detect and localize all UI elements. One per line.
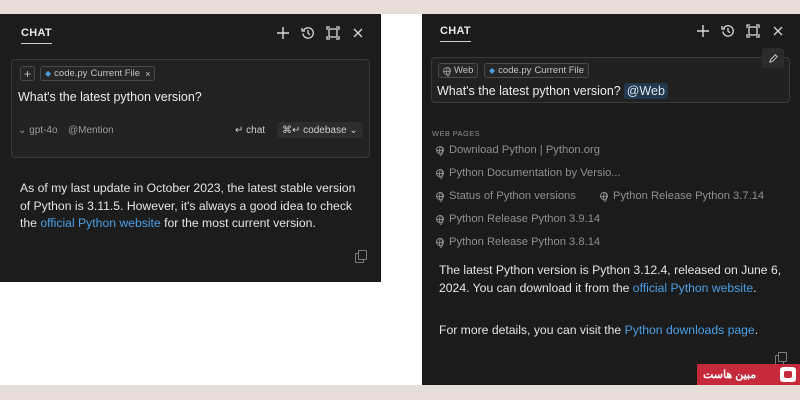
web-page-link[interactable]: Python Documentation by Versio...: [436, 167, 621, 179]
query-body: What's the latest python version?: [437, 84, 621, 98]
globe-icon: [436, 192, 444, 202]
edit-query-button[interactable]: [762, 48, 784, 68]
panel-title: CHAT: [21, 27, 52, 44]
official-python-link[interactable]: official Python website: [633, 281, 753, 295]
web-page-title: Python Documentation by Versio...: [449, 167, 621, 179]
web-page-title: Download Python | Python.org: [449, 144, 600, 156]
file-context-chip[interactable]: ◆ code.py Current File ×: [40, 66, 156, 81]
watermark-logo-icon: [780, 367, 796, 382]
file-chip-name: code.py: [498, 65, 532, 76]
codebase-submit-button[interactable]: ⌘↵ codebase ⌄: [277, 122, 363, 138]
sent-query-box[interactable]: Web ◆ code.py Current File What's the la…: [431, 57, 790, 103]
web-page-link[interactable]: Python Release Python 3.9.14: [436, 213, 600, 225]
web-page-link[interactable]: Python Release Python 3.8.14: [436, 236, 600, 248]
assistant-answer: As of my last update in October 2023, th…: [20, 180, 362, 233]
file-context-chip[interactable]: ◆ code.py Current File: [484, 63, 590, 78]
chat-label: chat: [246, 125, 266, 136]
assistant-answer: The latest Python version is Python 3.12…: [439, 262, 784, 297]
globe-icon: [436, 146, 444, 156]
copy-icon[interactable]: [355, 250, 367, 263]
cmd-enter-icon: ⌘↵: [282, 124, 304, 136]
chat-panel-left: CHAT + ◆ code.py Current File × What's t…: [0, 14, 381, 282]
query-text[interactable]: What's the latest python version? @Web: [437, 83, 668, 99]
history-icon[interactable]: [720, 23, 736, 39]
assistant-answer-more: For more details, you can visit the Pyth…: [439, 322, 784, 340]
web-mention-tag: @Web: [623, 83, 668, 99]
python-file-icon: ◆: [489, 66, 496, 75]
remove-chip-icon[interactable]: ×: [145, 69, 150, 79]
web-page-link[interactable]: Status of Python versions: [436, 190, 576, 202]
model-name: gpt-4o: [29, 125, 58, 136]
file-chip-name: code.py: [54, 68, 88, 79]
web-page-title: Status of Python versions: [449, 190, 576, 202]
maximize-icon[interactable]: [745, 23, 761, 39]
globe-icon: [436, 169, 444, 179]
answer-text-end: for the most current version.: [160, 216, 316, 231]
close-icon[interactable]: [770, 23, 786, 39]
web-pages-section-label: WEB PAGES: [432, 129, 481, 138]
panel-title: CHAT: [440, 25, 471, 42]
plus-icon[interactable]: [695, 23, 711, 39]
maximize-icon[interactable]: [325, 25, 341, 41]
mention-button[interactable]: @Mention: [68, 125, 114, 136]
answer-more-end: .: [754, 323, 759, 337]
web-chip-label: Web: [454, 65, 474, 76]
python-file-icon: ◆: [45, 69, 52, 78]
web-page-title: Python Release Python 3.7.14: [613, 190, 765, 202]
add-context-button[interactable]: +: [20, 66, 35, 81]
answer-more-text: For more details, you can visit the: [439, 323, 625, 337]
chevron-down-icon: ⌄: [346, 124, 358, 136]
copy-icon[interactable]: [775, 352, 787, 365]
watermark-badge: مبین هاست: [697, 364, 800, 385]
history-icon[interactable]: [300, 25, 316, 41]
query-text[interactable]: What's the latest python version?: [18, 90, 202, 104]
chat-submit-button[interactable]: ↵ chat: [235, 125, 265, 136]
chat-input-box[interactable]: + ◆ code.py Current File × What's the la…: [11, 59, 370, 158]
plus-glyph: +: [23, 66, 31, 81]
model-selector[interactable]: ⌄ gpt-4o: [18, 125, 58, 136]
web-page-title: Python Release Python 3.8.14: [449, 236, 601, 248]
web-page-link[interactable]: Download Python | Python.org: [436, 144, 600, 156]
web-page-link[interactable]: Python Release Python 3.7.14: [600, 190, 764, 202]
chevron-down-icon: ⌄: [18, 125, 27, 136]
globe-icon: [436, 215, 444, 225]
close-icon[interactable]: [350, 25, 366, 41]
pencil-icon: [768, 53, 778, 63]
official-python-link[interactable]: official Python website: [40, 216, 160, 230]
web-context-chip[interactable]: Web: [438, 63, 479, 78]
watermark-text: مبین هاست: [703, 369, 757, 381]
enter-icon: ↵: [235, 125, 244, 136]
top-background-strip: [0, 0, 800, 14]
codebase-label: codebase: [303, 124, 347, 136]
file-chip-suffix: Current File: [534, 65, 585, 76]
web-page-title: Python Release Python 3.9.14: [449, 213, 601, 225]
globe-icon: [436, 238, 444, 248]
globe-icon: [443, 66, 451, 77]
mention-label: @Mention: [68, 125, 114, 136]
bottom-background-strip: [0, 385, 800, 400]
globe-icon: [600, 192, 608, 202]
plus-icon[interactable]: [275, 25, 291, 41]
file-chip-suffix: Current File: [90, 68, 141, 79]
python-downloads-link[interactable]: Python downloads page: [625, 323, 755, 337]
answer-text-end: .: [753, 280, 757, 295]
